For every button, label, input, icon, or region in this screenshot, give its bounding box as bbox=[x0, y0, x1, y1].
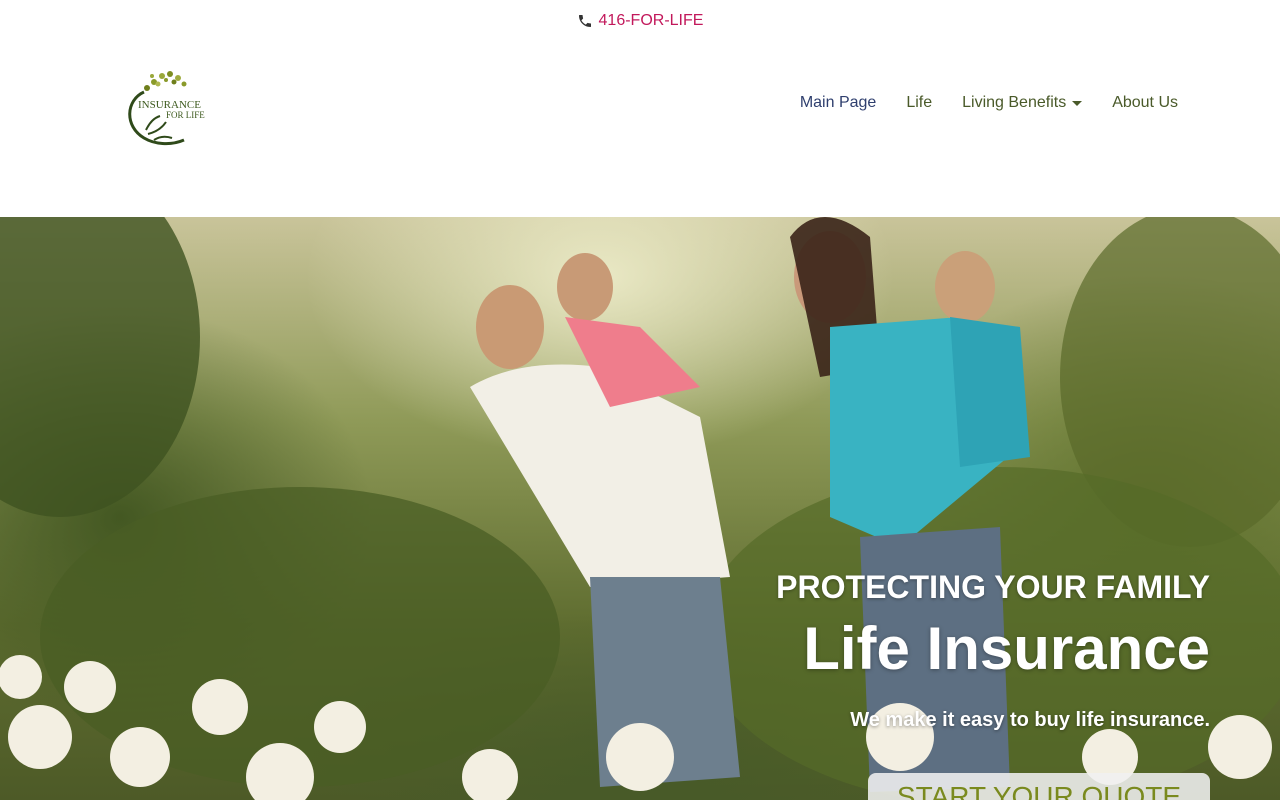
nav-label: About Us bbox=[1112, 94, 1178, 111]
logo-line-1: INSURANCE bbox=[138, 99, 201, 111]
phone-number: 416-FOR-LIFE bbox=[598, 12, 704, 29]
hero-copy: PROTECTING YOUR FAMILY Life Insurance We… bbox=[776, 569, 1210, 732]
phone-icon bbox=[578, 15, 591, 27]
caret-down-icon[interactable] bbox=[1072, 98, 1083, 108]
nav-living-benefits[interactable]: Living Benefits bbox=[962, 94, 1083, 112]
site-logo[interactable]: INSURANCE FOR LIFE bbox=[114, 64, 218, 148]
site-header: INSURANCE FOR LIFE Main Page Life Living… bbox=[0, 42, 1280, 217]
nav-about-us[interactable]: About Us bbox=[1112, 94, 1178, 112]
nav-life[interactable]: Life bbox=[906, 94, 932, 112]
top-bar: 416-FOR-LIFE bbox=[0, 0, 1280, 42]
hero-eyebrow: PROTECTING YOUR FAMILY bbox=[776, 569, 1210, 605]
start-quote-button[interactable]: START YOUR QUOTE bbox=[868, 773, 1210, 800]
hero-headline: Life Insurance bbox=[803, 615, 1210, 682]
logo-wordmark: INSURANCE FOR LIFE bbox=[138, 99, 205, 121]
hero-banner: PROTECTING YOUR FAMILY Life Insurance We… bbox=[0, 217, 1280, 800]
nav-label: Main Page bbox=[799, 94, 877, 111]
hero-tagline: We make it easy to buy life insurance. bbox=[850, 709, 1210, 731]
phone-link[interactable]: 416-FOR-LIFE bbox=[577, 12, 704, 30]
nav-label: Living Benefits bbox=[962, 94, 1067, 111]
nav-main-page[interactable]: Main Page bbox=[800, 94, 877, 112]
logo-line-2: FOR LIFE bbox=[166, 110, 205, 120]
main-nav: Main Page Life Living Benefits About Us bbox=[800, 94, 1178, 112]
nav-label: Life bbox=[906, 94, 933, 111]
